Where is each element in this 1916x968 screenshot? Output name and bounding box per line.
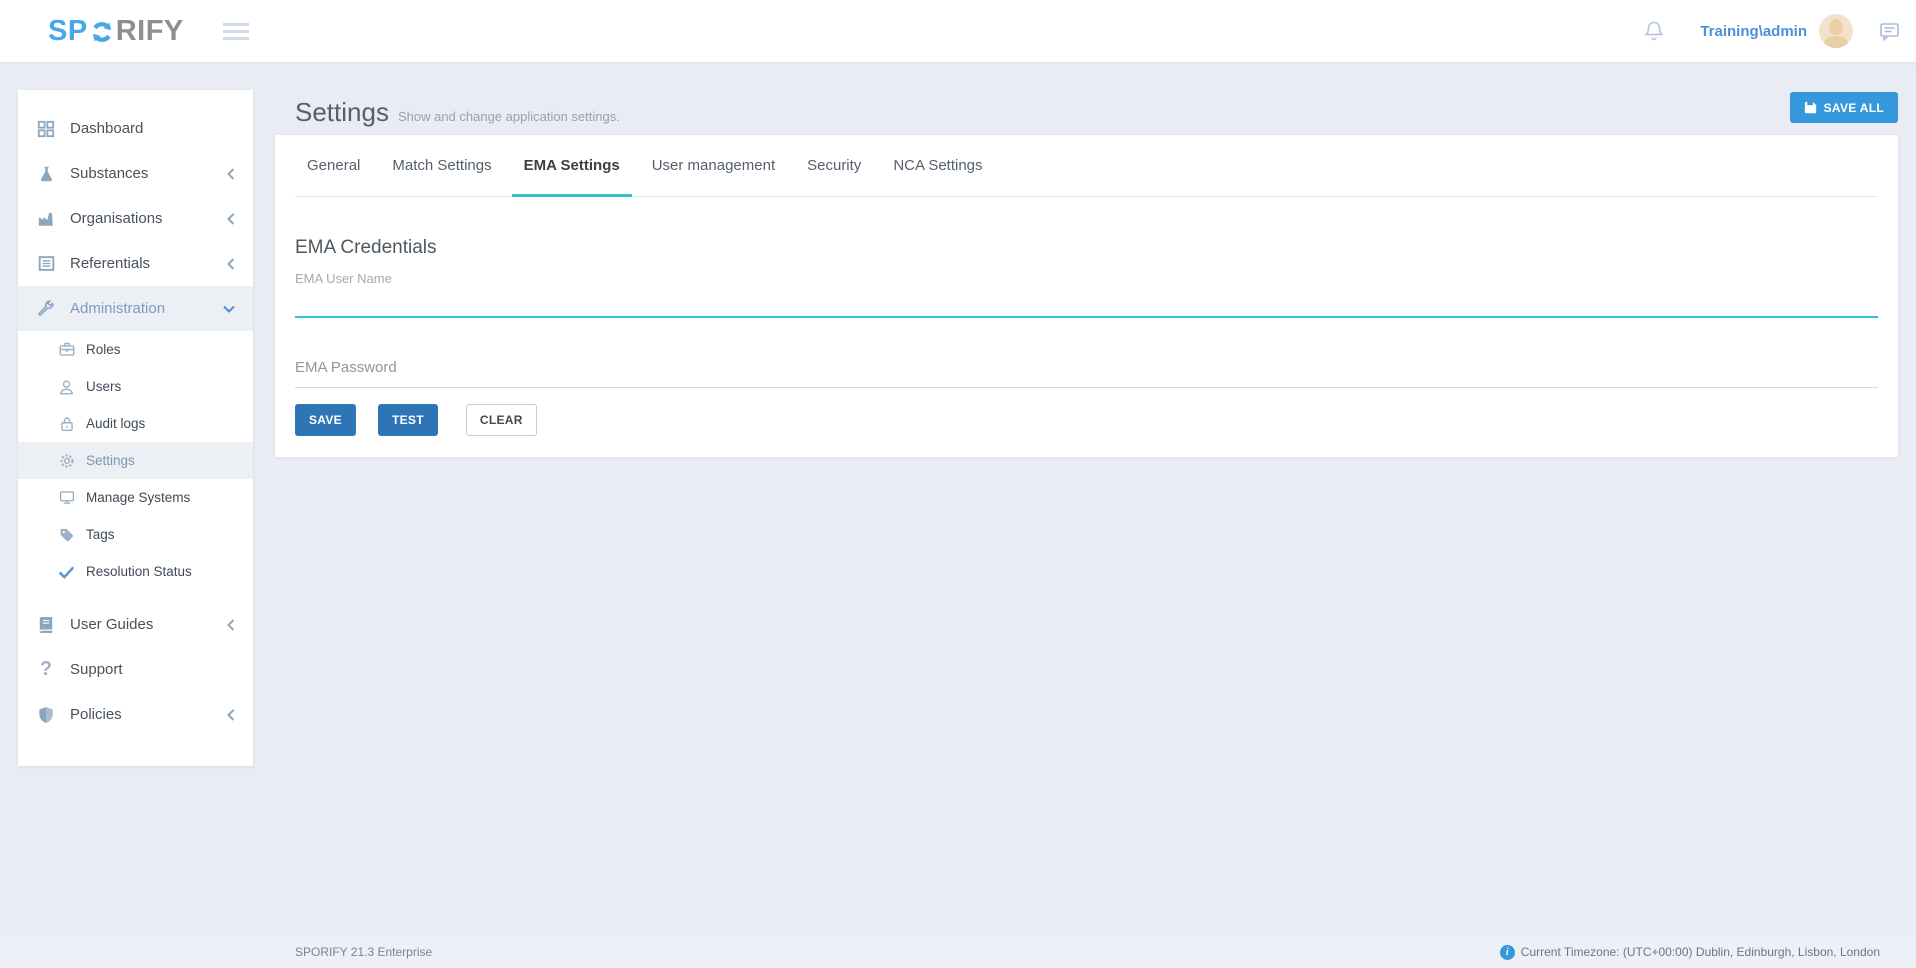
app-version-text: SPORIFY 21.3 Enterprise [295,945,432,959]
sidebar-subitem-settings[interactable]: Settings [18,442,253,479]
page-heading: Settings Show and change application set… [295,97,620,128]
list-icon [36,254,56,274]
ema-settings-form: EMA Credentials EMA User Name SAVE TEST … [275,237,1898,436]
tab-nca-settings[interactable]: NCA Settings [881,135,994,196]
footer-bar: SPORIFY 21.3 Enterprise i Current Timezo… [0,936,1916,968]
sidebar-item-label: Administration [70,300,165,317]
sidebar-item-organisations[interactable]: Organisations [18,196,253,241]
tab-general[interactable]: General [295,135,372,196]
hamburger-menu-icon[interactable] [223,23,249,44]
question-icon: ? [36,660,56,680]
section-title-ema-credentials: EMA Credentials [295,237,1878,259]
tag-icon [58,526,75,543]
sidebar-subitem-audit-logs[interactable]: Audit logs [18,405,253,442]
page-subtitle: Show and change application settings. [398,109,620,124]
sidebar-subitem-label: Settings [86,453,135,468]
sidebar-item-user-guides[interactable]: User Guides [18,602,253,647]
form-button-row: SAVE TEST CLEAR [295,404,1878,436]
notifications-bell-icon[interactable] [1644,20,1664,42]
page-title: Settings [295,97,389,128]
user-icon [58,378,75,395]
sidebar-item-label: Policies [70,706,122,723]
sidebar-item-label: Referentials [70,255,150,272]
book-icon [36,615,56,635]
check-icon [58,563,75,580]
sidebar-item-support[interactable]: ? Support [18,647,253,692]
logo-text-suffix: RIFY [116,15,184,48]
factory-icon [36,209,56,229]
settings-card: General Match Settings EMA Settings User… [275,135,1898,457]
sidebar-subitem-resolution-status[interactable]: Resolution Status [18,553,253,590]
sidebar-subitem-roles[interactable]: Roles [18,331,253,368]
chevron-left-icon [227,168,235,180]
sidebar-item-referentials[interactable]: Referentials [18,241,253,286]
top-right-cluster: Training\admin [1644,0,1900,62]
sidebar-subitem-label: Audit logs [86,416,145,431]
sidebar-item-administration[interactable]: Administration [18,286,253,331]
chevron-down-icon [223,305,235,313]
floppy-disk-icon [1804,101,1817,114]
sidebar-item-label: Support [70,661,123,678]
timezone-text: Current Timezone: (UTC+00:00) Dublin, Ed… [1521,945,1880,959]
sidebar-item-label: Organisations [70,210,163,227]
save-all-label: SAVE ALL [1824,101,1884,115]
settings-tabs: General Match Settings EMA Settings User… [295,135,1878,197]
chevron-left-icon [227,258,235,270]
top-bar: SP RIFY Training\admin [0,0,1916,62]
monitor-icon [58,489,75,506]
sidebar-subitem-label: Roles [86,342,121,357]
chevron-left-icon [227,213,235,225]
flask-icon [36,164,56,184]
logo-recycle-o-icon [89,19,115,45]
tab-user-management[interactable]: User management [640,135,787,196]
user-avatar[interactable] [1819,14,1853,48]
sporify-logo[interactable]: SP RIFY [48,15,184,48]
sidebar-item-label: Substances [70,165,148,182]
grid-icon [36,119,56,139]
logo-text-prefix: SP [48,15,88,48]
save-all-button[interactable]: SAVE ALL [1790,92,1898,123]
gear-icon [58,452,75,469]
sidebar-item-substances[interactable]: Substances [18,151,253,196]
chat-bubble-icon[interactable] [1879,21,1900,41]
shield-icon [36,705,56,725]
sidebar-nav: Dashboard Substances Organisations Refer… [18,90,253,766]
info-icon: i [1500,945,1515,960]
sidebar-subitem-label: Manage Systems [86,490,190,505]
sidebar-subitem-tags[interactable]: Tags [18,516,253,553]
clear-button[interactable]: CLEAR [466,404,537,436]
sidebar-item-label: Dashboard [70,120,143,137]
briefcase-icon [58,341,75,358]
save-button[interactable]: SAVE [295,404,356,436]
tab-ema-settings[interactable]: EMA Settings [512,135,632,196]
ema-username-input[interactable] [295,286,1878,318]
chevron-left-icon [227,709,235,721]
wrench-icon [36,299,56,319]
sidebar-item-dashboard[interactable]: Dashboard [18,106,253,151]
sidebar-subitem-users[interactable]: Users [18,368,253,405]
timezone-status: i Current Timezone: (UTC+00:00) Dublin, … [1500,945,1880,960]
lock-icon [58,415,75,432]
sidebar-subitem-label: Resolution Status [86,564,192,579]
tab-match-settings[interactable]: Match Settings [380,135,503,196]
test-button[interactable]: TEST [378,404,438,436]
sidebar-item-label: User Guides [70,616,153,633]
tab-security[interactable]: Security [795,135,873,196]
sidebar-subitem-label: Tags [86,527,115,542]
ema-password-input[interactable] [295,348,1878,388]
chevron-left-icon [227,619,235,631]
sidebar-item-policies[interactable]: Policies [18,692,253,737]
ema-username-label: EMA User Name [295,271,1878,286]
sidebar-subitem-label: Users [86,379,121,394]
logged-in-user[interactable]: Training\admin [1700,23,1807,40]
sidebar-subitem-manage-systems[interactable]: Manage Systems [18,479,253,516]
